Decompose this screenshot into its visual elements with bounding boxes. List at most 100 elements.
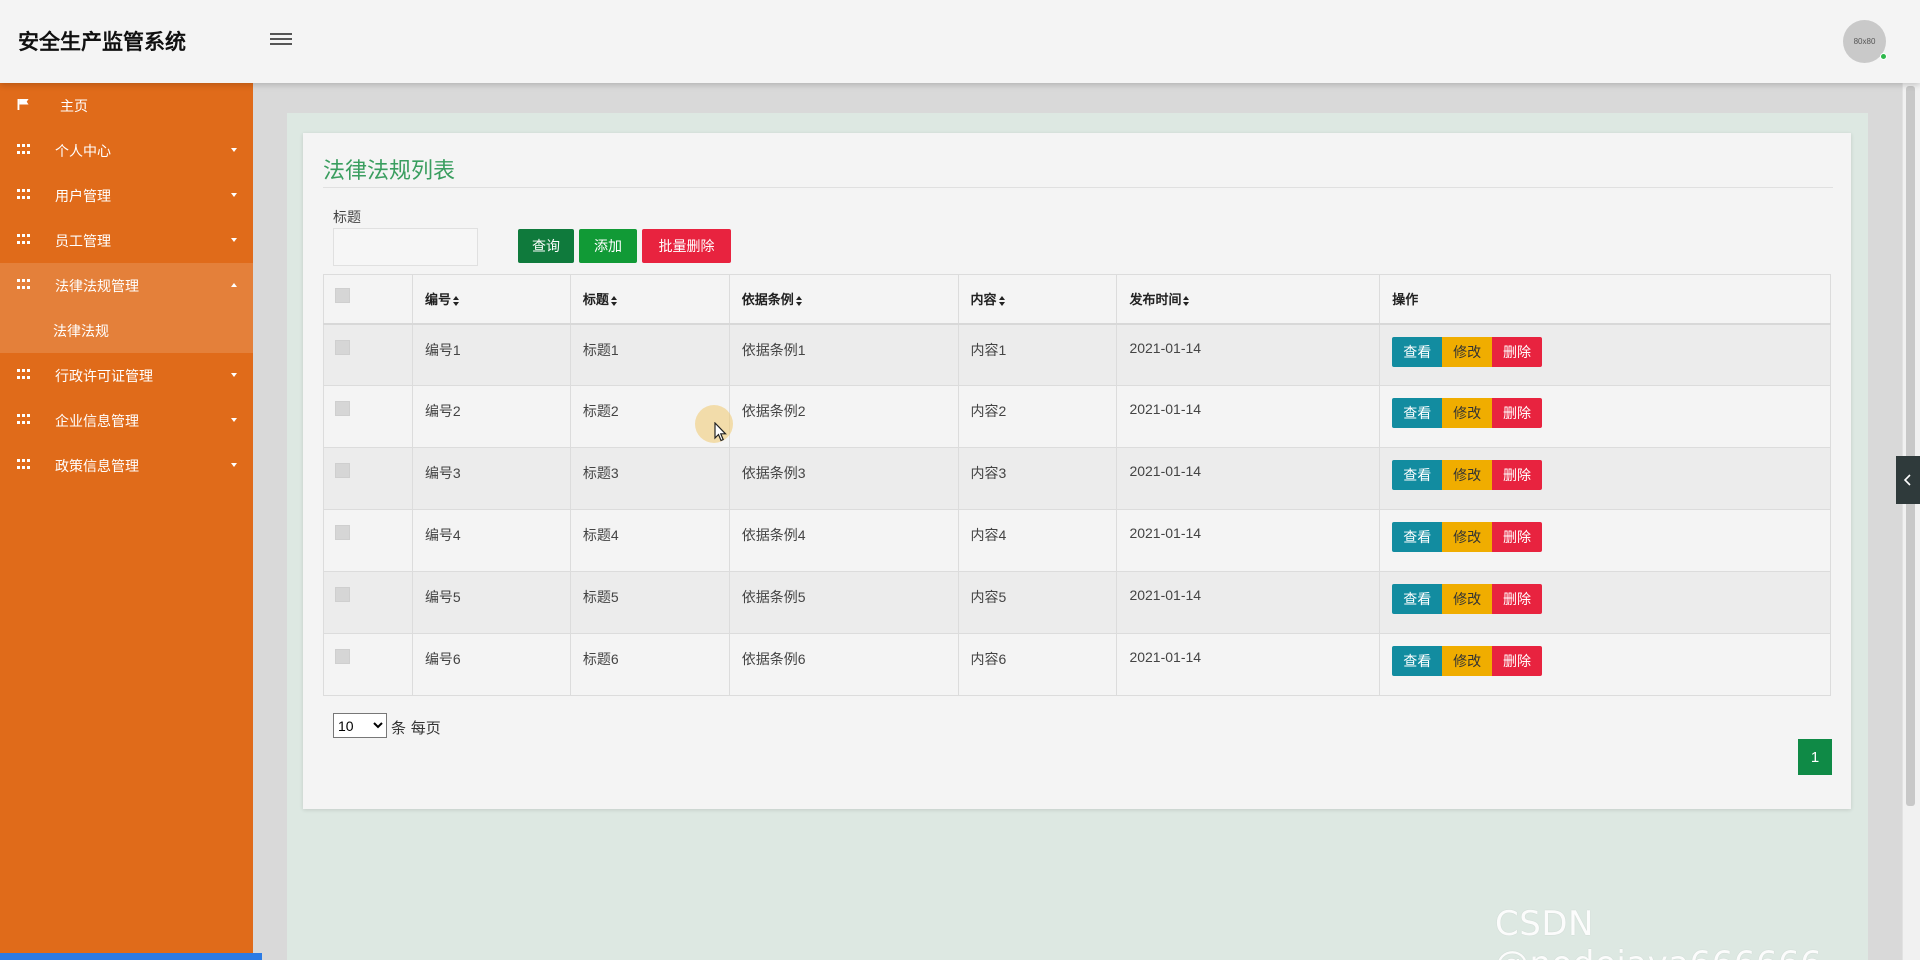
edit-button[interactable]: 修改: [1442, 460, 1493, 490]
cell-actions: 查看 修改 删除: [1379, 509, 1831, 572]
delete-button[interactable]: 删除: [1492, 460, 1543, 490]
sidebar-item-label: 法律法规管理: [55, 278, 139, 295]
scrollbar-thumb[interactable]: [1906, 86, 1915, 806]
row-select-cell: [323, 447, 413, 510]
row-checkbox[interactable]: [335, 401, 350, 416]
sidebar-item-label: 主页: [60, 98, 88, 115]
table-row: 编号6 标题6 依据条例6 内容6 2021-01-14 查看 修改 删除: [323, 633, 1831, 696]
sidebar-subitem-laws[interactable]: 法律法规: [0, 308, 253, 353]
caret-down-icon: [231, 463, 237, 467]
column-header-title[interactable]: 标题: [569, 274, 730, 325]
edit-button[interactable]: 修改: [1442, 398, 1493, 428]
row-checkbox[interactable]: [335, 649, 350, 664]
delete-button[interactable]: 删除: [1492, 336, 1543, 367]
page-size-select[interactable]: 10: [333, 713, 387, 738]
select-all-checkbox[interactable]: [335, 288, 350, 304]
search-label: 标题: [333, 209, 361, 225]
sidebar-subitem-label: 法律法规: [53, 323, 109, 340]
online-status-dot: [1880, 53, 1887, 60]
cell-title: 标题6: [569, 633, 730, 696]
cell-content: 内容5: [957, 571, 1118, 634]
edit-button[interactable]: 修改: [1442, 522, 1493, 552]
row-select-cell: [323, 509, 413, 572]
caret-down-icon: [231, 238, 237, 242]
sidebar-item-license-management[interactable]: 行政许可证管理: [0, 353, 253, 398]
sidebar-item-policy-management[interactable]: 政策信息管理: [0, 443, 253, 488]
row-select-cell: [323, 633, 413, 696]
cell-date: 2021-01-14: [1116, 447, 1381, 510]
page-size-label: 条 每页: [391, 719, 441, 737]
add-button[interactable]: 添加: [579, 229, 637, 263]
column-header-id[interactable]: 编号: [411, 274, 571, 325]
column-header-basis[interactable]: 依据条例: [728, 274, 959, 325]
edit-button[interactable]: 修改: [1442, 646, 1493, 676]
top-header: 安全生产监管系统 80x80: [0, 0, 1920, 83]
sidebar-item-personal-center[interactable]: 个人中心: [0, 128, 253, 173]
cell-date: 2021-01-14: [1116, 323, 1381, 386]
cell-id: 编号1: [411, 323, 571, 386]
cell-basis: 依据条例1: [728, 323, 959, 386]
view-button[interactable]: 查看: [1392, 460, 1443, 490]
cell-date: 2021-01-14: [1116, 385, 1381, 448]
sidebar-item-label: 个人中心: [55, 143, 111, 160]
view-button[interactable]: 查看: [1392, 336, 1443, 367]
delete-button[interactable]: 删除: [1492, 398, 1543, 428]
sidebar-item-user-management[interactable]: 用户管理: [0, 173, 253, 218]
sidebar-item-enterprise-management[interactable]: 企业信息管理: [0, 398, 253, 443]
grid-icon: [17, 414, 30, 425]
view-button[interactable]: 查看: [1392, 584, 1443, 614]
row-checkbox[interactable]: [335, 339, 350, 355]
delete-button[interactable]: 删除: [1492, 646, 1543, 676]
cell-content: 内容1: [957, 323, 1118, 386]
collapse-panel-tab[interactable]: [1896, 456, 1920, 504]
grid-icon: [17, 279, 30, 290]
cell-title: 标题4: [569, 509, 730, 572]
delete-button[interactable]: 删除: [1492, 584, 1543, 614]
progress-bar: [0, 953, 262, 960]
column-header-actions: 操作: [1379, 274, 1831, 325]
column-header-content[interactable]: 内容: [957, 274, 1118, 325]
cell-content: 内容6: [957, 633, 1118, 696]
sidebar-item-employee-management[interactable]: 员工管理: [0, 218, 253, 263]
row-checkbox[interactable]: [335, 525, 350, 540]
view-button[interactable]: 查看: [1392, 522, 1443, 552]
cell-basis: 依据条例2: [728, 385, 959, 448]
edit-button[interactable]: 修改: [1442, 336, 1493, 367]
caret-up-icon: [231, 283, 237, 287]
cell-date: 2021-01-14: [1116, 571, 1381, 634]
column-header-date[interactable]: 发布时间: [1116, 274, 1381, 325]
cell-title: 标题3: [569, 447, 730, 510]
query-button[interactable]: 查询: [518, 229, 574, 263]
cell-basis: 依据条例4: [728, 509, 959, 572]
page-button-1[interactable]: 1: [1798, 739, 1832, 775]
sidebar: 主页 个人中心 用户管理 员工管理 法律法规管理 法律法规 行政许可证管理 企业…: [0, 83, 253, 960]
cell-basis: 依据条例3: [728, 447, 959, 510]
laws-list-card: 法律法规列表 标题 查询 添加 批量删除 编号 标题 依据条例 内容 发布时间 …: [303, 133, 1851, 809]
delete-button[interactable]: 删除: [1492, 522, 1543, 552]
app-title: 安全生产监管系统: [18, 30, 186, 54]
row-select-cell: [323, 571, 413, 634]
grid-icon: [17, 189, 30, 200]
row-checkbox[interactable]: [335, 587, 350, 602]
menu-toggle-icon[interactable]: [270, 30, 292, 50]
cell-content: 内容4: [957, 509, 1118, 572]
cell-id: 编号4: [411, 509, 571, 572]
grid-icon: [17, 144, 30, 155]
sidebar-item-laws-management[interactable]: 法律法规管理: [0, 263, 253, 308]
cell-basis: 依据条例5: [728, 571, 959, 634]
view-button[interactable]: 查看: [1392, 398, 1443, 428]
cell-content: 内容2: [957, 385, 1118, 448]
title-search-input[interactable]: [333, 228, 478, 266]
flag-icon: [17, 99, 29, 110]
edit-button[interactable]: 修改: [1442, 584, 1493, 614]
title-divider: [323, 187, 1833, 188]
cell-basis: 依据条例6: [728, 633, 959, 696]
sidebar-item-home[interactable]: 主页: [0, 83, 253, 128]
cell-actions: 查看 修改 删除: [1379, 323, 1831, 386]
view-button[interactable]: 查看: [1392, 646, 1443, 676]
grid-icon: [17, 234, 30, 245]
watermark: CSDN @nodejava666666: [1495, 904, 1822, 960]
table-row: 编号4 标题4 依据条例4 内容4 2021-01-14 查看 修改 删除: [323, 509, 1831, 572]
batch-delete-button[interactable]: 批量删除: [642, 229, 731, 263]
row-checkbox[interactable]: [335, 463, 350, 478]
